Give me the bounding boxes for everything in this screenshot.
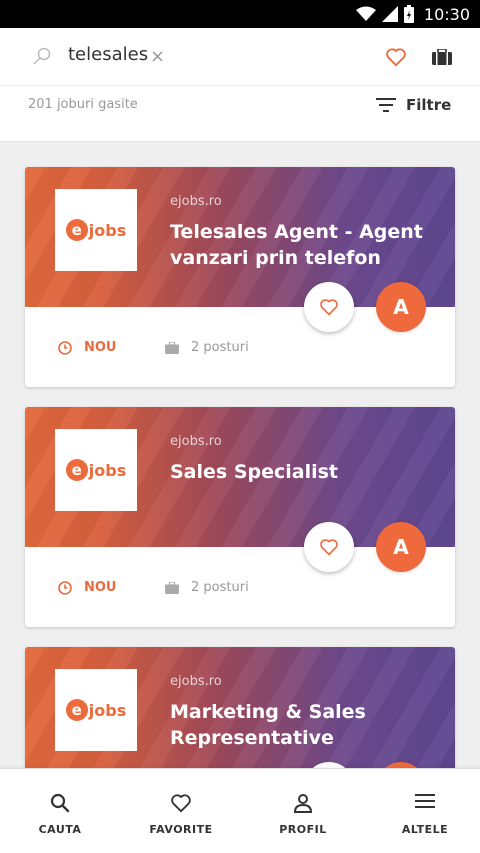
search-icon [33, 47, 51, 65]
favorite-heart-icon[interactable] [385, 47, 407, 67]
nav-label: CAUTA [38, 823, 82, 836]
positions-label: 2 posturi [191, 340, 249, 355]
company-logo: e jobs [55, 189, 137, 271]
company-logo: e jobs [55, 429, 137, 511]
clock-icon [58, 580, 72, 595]
nav-altele[interactable]: ALTELE [365, 769, 480, 853]
nav-profil[interactable]: PROFIL [243, 769, 363, 853]
company-name: ejobs.ro [170, 194, 222, 209]
favorite-button[interactable] [304, 282, 354, 332]
heart-icon [320, 539, 338, 556]
job-title[interactable]: Sales Specialist [170, 459, 430, 485]
result-bar: 201 joburi gasite Filtre [0, 86, 480, 142]
job-card[interactable]: e jobs ejobs.ro Sales Specialist A NOU 2… [25, 407, 455, 627]
search-icon [50, 793, 70, 813]
search-input[interactable]: telesales [68, 44, 148, 65]
company-name: ejobs.ro [170, 674, 222, 689]
search-bar: telesales × [0, 28, 480, 86]
status-label: NOU [84, 340, 117, 355]
battery-icon [403, 5, 414, 23]
positions: 2 posturi [165, 580, 249, 595]
filter-icon [376, 98, 396, 112]
status-new: NOU [58, 580, 117, 595]
status-time: 10:30 [423, 4, 470, 24]
company-logo: e jobs [55, 669, 137, 751]
nav-label: ALTELE [401, 823, 449, 836]
filter-label: Filtre [406, 96, 452, 114]
heart-icon [171, 794, 191, 813]
positions: 2 posturi [165, 340, 249, 355]
nav-label: PROFIL [279, 823, 327, 836]
job-title[interactable]: Telesales Agent - Agent vanzari prin tel… [170, 219, 430, 271]
job-title[interactable]: Marketing & Sales Representative [170, 699, 430, 751]
nav-favorite[interactable]: FAVORITE [121, 769, 241, 853]
logo-letter: e [65, 459, 88, 481]
apply-button[interactable]: A [376, 522, 426, 572]
logo-text: jobs [88, 700, 127, 720]
close-icon[interactable]: × [150, 48, 165, 66]
briefcase-icon[interactable] [432, 49, 452, 65]
briefcase-small-icon [165, 341, 179, 354]
positions-label: 2 posturi [191, 580, 249, 595]
logo-letter: e [65, 219, 88, 241]
status-icons: 10:30 [355, 0, 470, 28]
result-count: 201 joburi gasite [28, 97, 138, 112]
apply-button[interactable]: A [376, 282, 426, 332]
logo-text: jobs [88, 460, 127, 480]
logo-letter: e [65, 699, 88, 721]
status-label: NOU [84, 580, 117, 595]
signal-icon [381, 6, 398, 22]
filter-button[interactable]: Filtre [376, 96, 451, 114]
job-card[interactable]: e jobs ejobs.ro Telesales Agent - Agent … [25, 167, 455, 387]
clock-icon [58, 340, 72, 355]
nav-label: FAVORITE [149, 823, 213, 836]
status-new: NOU [58, 340, 117, 355]
logo-text: jobs [88, 220, 127, 240]
briefcase-small-icon [165, 581, 179, 594]
heart-icon [320, 299, 338, 316]
menu-icon [415, 794, 435, 808]
status-bar: 10:30 [0, 0, 480, 28]
nav-cauta[interactable]: CAUTA [0, 769, 120, 853]
wifi-icon [355, 6, 376, 21]
favorite-button[interactable] [304, 522, 354, 572]
person-icon [293, 794, 313, 813]
bottom-nav: CAUTA FAVORITE PROFIL ALTELE [0, 768, 480, 853]
company-name: ejobs.ro [170, 434, 222, 449]
